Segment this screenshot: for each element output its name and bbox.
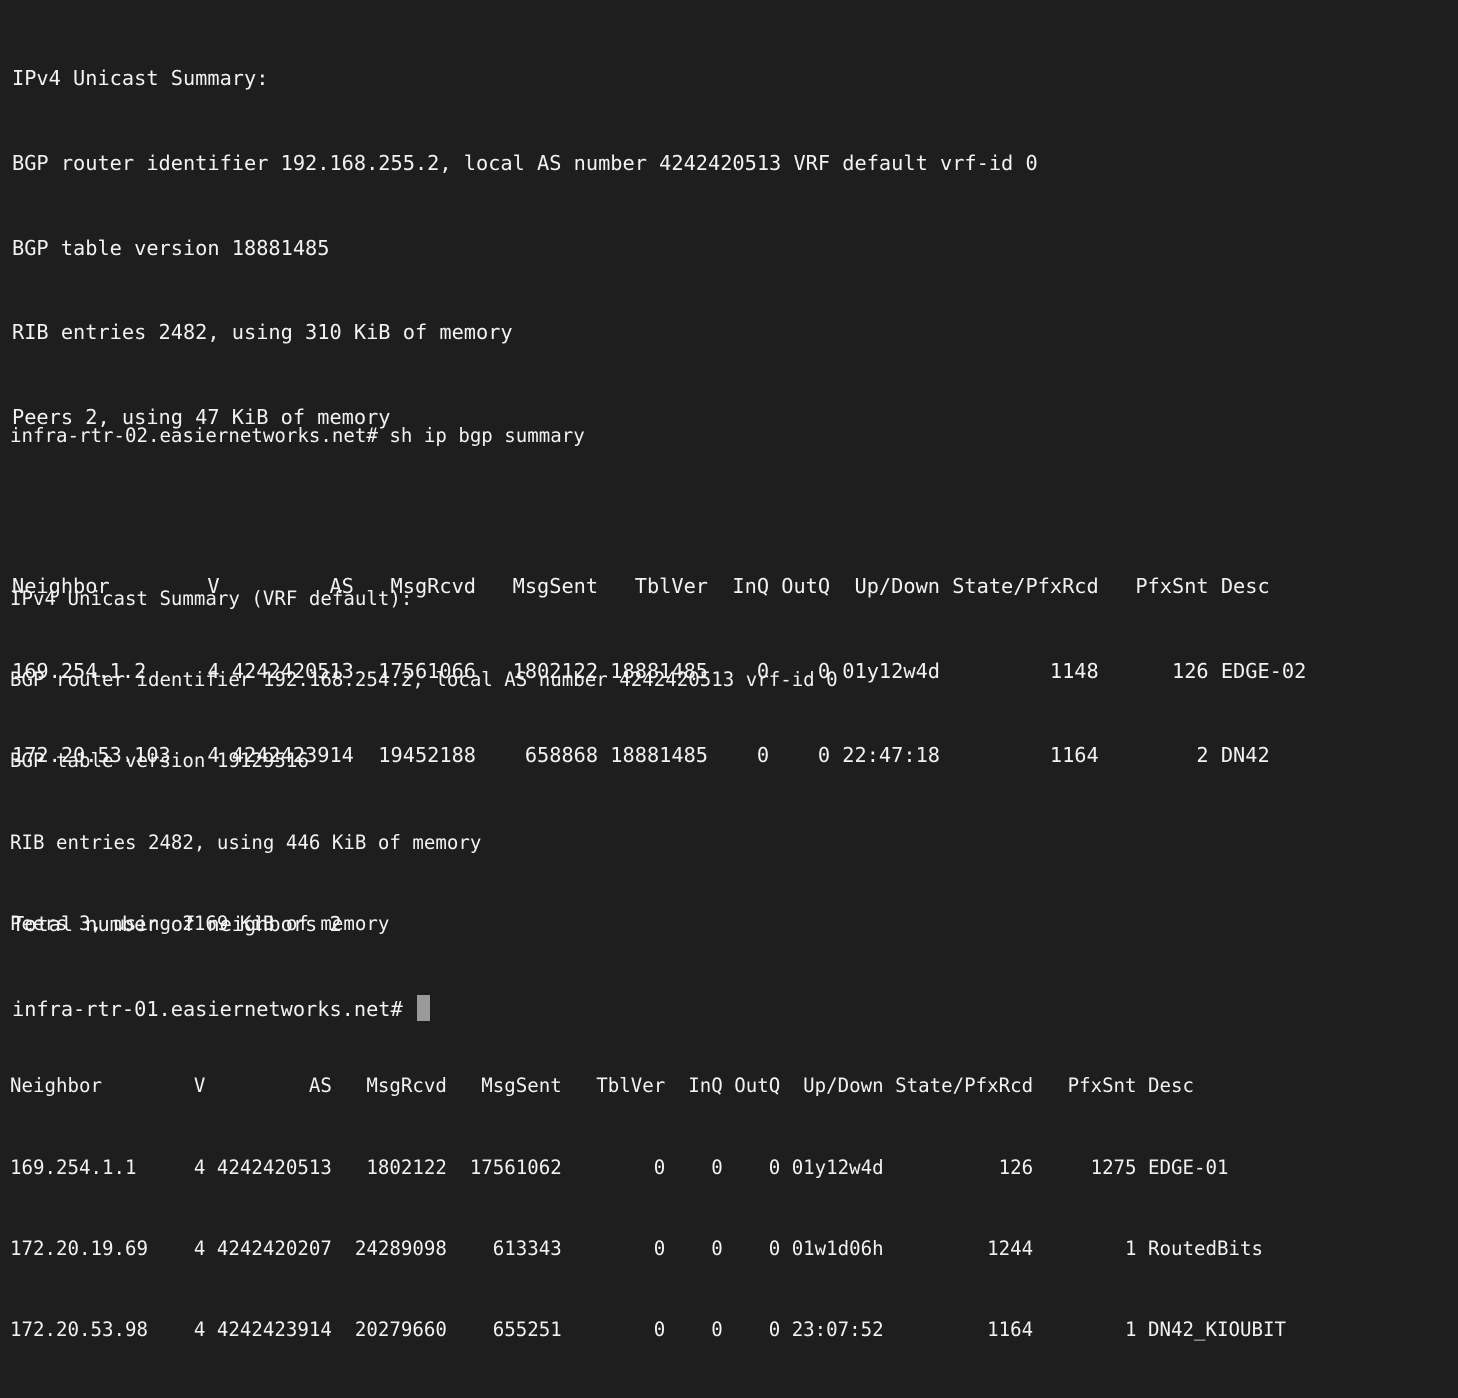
table-row: 172.20.19.69 4 4242420207 24289098 61334…	[10, 1237, 1263, 1260]
terminal-output-router-02: infra-rtr-02.easiernetworks.net# sh ip b…	[10, 368, 1286, 1398]
output-line: BGP router identifier 192.168.255.2, loc…	[12, 151, 1038, 175]
output-line: Peers 3, using 2169 KiB of memory	[10, 911, 390, 935]
output-line: IPv4 Unicast Summary (VRF default):	[10, 586, 413, 610]
terminal-window[interactable]: IPv4 Unicast Summary: BGP router identif…	[0, 0, 1458, 1341]
command-line: infra-rtr-02.easiernetworks.net# sh ip b…	[10, 424, 585, 448]
table-header: Neighbor V AS MsgRcvd MsgSent TblVer InQ…	[10, 1074, 1195, 1098]
output-line: RIB entries 2482, using 446 KiB of memor…	[10, 830, 482, 854]
output-line: BGP table version 18881485	[12, 235, 330, 260]
table-row: 172.20.53.98 4 4242423914 20279660 65525…	[10, 1318, 1286, 1342]
output-line: RIB entries 2482, using 310 KiB of memor…	[12, 320, 513, 345]
table-row: 169.254.1.1 4 4242420513 1802122 1756106…	[10, 1155, 1229, 1179]
output-line: IPv4 Unicast Summary:	[12, 66, 269, 91]
output-line: BGP table version 19129516	[10, 749, 309, 773]
output-line: BGP router identifier 192.168.254.2, loc…	[10, 668, 838, 692]
